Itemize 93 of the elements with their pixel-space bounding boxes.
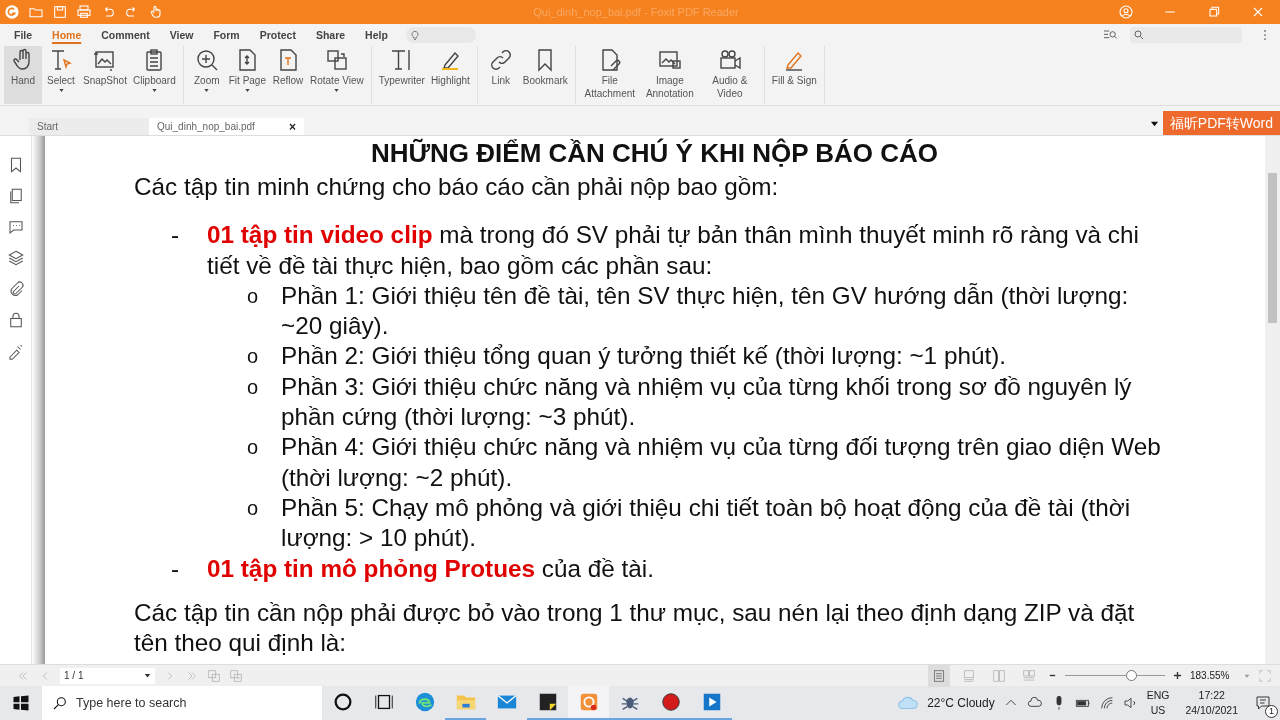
page-layout-icon xyxy=(932,668,946,683)
toolbar-button[interactable]: Select xyxy=(42,46,80,104)
list-item: Phần 4: Giới thiệu chức năng và nhiệm vụ của từng đối tượng trên giao diện Web (thời lượng: ~2 phút). xyxy=(281,432,1162,493)
list-item: Phần 3: Giới thiệu chức năng và nhiệm vụ của từng khối trong sơ đồ nguyên lý phần cứng (thời lượng: ~3 phút). xyxy=(281,371,1133,433)
notification-count: 1 xyxy=(1265,705,1278,719)
restore-icon[interactable] xyxy=(1206,4,1222,20)
comment-icon[interactable] xyxy=(6,218,25,236)
browser-icon xyxy=(413,691,436,713)
region-indicator[interactable]: US xyxy=(1146,703,1170,718)
paragraph: Các tập tin cần nộp phải được bỏ vào trong 1 thư mục, sau nén lại theo định dạng ZIP và đặt tên theo qui định là: xyxy=(134,597,1136,659)
signature-icon[interactable] xyxy=(6,342,25,360)
rotate-icon xyxy=(324,48,349,72)
snapshot-icon xyxy=(92,48,117,72)
windows-start-icon[interactable] xyxy=(12,694,30,712)
weather-text[interactable]: 22°C Cloudy xyxy=(927,694,995,712)
bullet-marker: - xyxy=(171,553,180,584)
toolbar-button[interactable]: Zoom xyxy=(187,46,226,104)
page-field[interactable]: 1 / 1 xyxy=(60,667,155,684)
zoom-field[interactable]: 183.55% xyxy=(1190,668,1250,683)
video-camera-icon xyxy=(717,48,742,72)
record-icon xyxy=(659,691,682,713)
menu-tab[interactable]: Protect xyxy=(249,25,306,45)
toolbar-button[interactable]: Typewriter xyxy=(375,46,428,104)
zoom-icon xyxy=(194,48,219,72)
document-heading: NHỮNG ĐIỂM CẦN CHÚ Ý KHI NỘP BÁO CÁO xyxy=(369,137,940,170)
caret-icon[interactable] xyxy=(144,672,151,679)
caret-icon xyxy=(333,87,341,94)
menu-tab[interactable]: Help xyxy=(355,25,398,45)
clock-time[interactable]: 17:22 xyxy=(1185,688,1238,703)
language-indicator[interactable]: ENG xyxy=(1146,688,1170,703)
paragraph: Các tập tin minh chứng cho báo cáo cần phải nộp bao gồm: xyxy=(134,172,780,202)
caret-icon xyxy=(150,87,158,94)
account-icon[interactable] xyxy=(1118,4,1134,20)
toolbar-button[interactable]: Audio & Video xyxy=(699,46,760,104)
menu-tab[interactable]: File xyxy=(4,25,43,45)
print-icon[interactable] xyxy=(76,4,92,20)
list-item: Phần 1: Giới thiệu tên đề tài, tên SV thực hiện, tên GV hướng dẫn (thời lượng: ~20 giây). xyxy=(281,280,1130,342)
bullet-marker: o xyxy=(247,283,259,309)
search-field[interactable]: Type here to search xyxy=(42,686,322,720)
toolbar-button[interactable]: Clipboard xyxy=(129,46,179,104)
page-layout-icon xyxy=(1022,668,1036,683)
list-item: 01 tập tin video clip mà trong đó SV phải tự bản thân mình thuyết minh rõ ràng và chi tiết về đề tài thực hiện, bao gồm các phần sau: xyxy=(207,220,1140,281)
layers-icon[interactable] xyxy=(6,249,25,267)
toolbar-button[interactable]: Reflow xyxy=(269,46,307,104)
view-mode-button[interactable] xyxy=(928,664,950,687)
toolbar-button[interactable]: Highlight xyxy=(427,46,473,104)
search-icon xyxy=(1133,29,1145,41)
toolbar-button[interactable]: Image Annotation xyxy=(639,46,700,104)
save-icon[interactable] xyxy=(52,4,68,20)
document-tab[interactable]: Start xyxy=(29,118,149,135)
clock-date[interactable]: 24/10/2021 xyxy=(1185,703,1238,718)
bullet-marker: o xyxy=(247,435,259,461)
link-icon xyxy=(488,48,513,72)
search-field[interactable] xyxy=(1130,27,1242,43)
menu-tab[interactable]: Comment xyxy=(91,25,160,45)
list-item: 01 tập tin mô phỏng Protues của đề tài. xyxy=(207,553,654,584)
menu-tab[interactable]: Share xyxy=(305,25,356,45)
caret-icon xyxy=(203,87,211,94)
caret-icon xyxy=(57,87,65,94)
scrollbar[interactable] xyxy=(1265,136,1280,664)
zoom-in-icon[interactable] xyxy=(1173,671,1182,680)
bullet-marker: o xyxy=(247,344,259,370)
lightbulb-icon xyxy=(408,29,421,41)
next-view-icon[interactable] xyxy=(229,668,243,683)
bullet-marker: o xyxy=(247,374,259,400)
toolbar-button[interactable]: SnapShot xyxy=(80,46,130,104)
text-cursor-icon xyxy=(49,48,73,72)
toolbar-button[interactable]: File Attachment xyxy=(579,46,640,104)
list-item: Phần 5: Chạy mô phỏng và giới thiệu chi tiết toàn bộ hoạt động của đề tài (thời lượng: > 10 phút). xyxy=(281,492,1132,554)
window-title: Qui_dinh_nop_bai.pdf - Foxit PDF Reader xyxy=(532,4,740,20)
app-logo-icon xyxy=(4,4,20,20)
toolbar-button[interactable]: Fill & Sign xyxy=(768,46,820,104)
document-tab[interactable]: Qui_dinh_nop_bai.pdf × xyxy=(149,118,304,135)
page-layout-icon xyxy=(992,668,1006,683)
bullet-marker: o xyxy=(247,495,259,521)
previous-view-icon[interactable] xyxy=(207,668,221,683)
toolbar-button[interactable]: Link xyxy=(481,46,520,104)
toolbar-button[interactable]: Rotate View xyxy=(307,46,367,104)
menu-tab[interactable]: Form xyxy=(203,25,250,45)
image-icon xyxy=(657,48,682,72)
toolbar-button[interactable]: Hand xyxy=(4,46,42,104)
bullet-marker: - xyxy=(171,220,180,251)
page-layout-icon xyxy=(962,668,976,683)
menu-tab[interactable]: View xyxy=(159,25,204,45)
hand-icon[interactable] xyxy=(148,4,164,20)
list-item: Phần 2: Giới thiệu tổng quan ý tưởng thiết kế (thời lượng: ~1 phút). xyxy=(281,341,1007,372)
wifi-icon[interactable] xyxy=(1098,695,1115,711)
caret-icon xyxy=(243,87,251,94)
toolbar-button[interactable]: Fit Page xyxy=(225,46,269,104)
close-tab-icon[interactable]: × xyxy=(289,117,296,136)
tell-me-field[interactable] xyxy=(405,27,476,43)
dropdown-icon[interactable] xyxy=(1149,119,1159,128)
toolbar-button[interactable]: Bookmark xyxy=(519,46,571,104)
